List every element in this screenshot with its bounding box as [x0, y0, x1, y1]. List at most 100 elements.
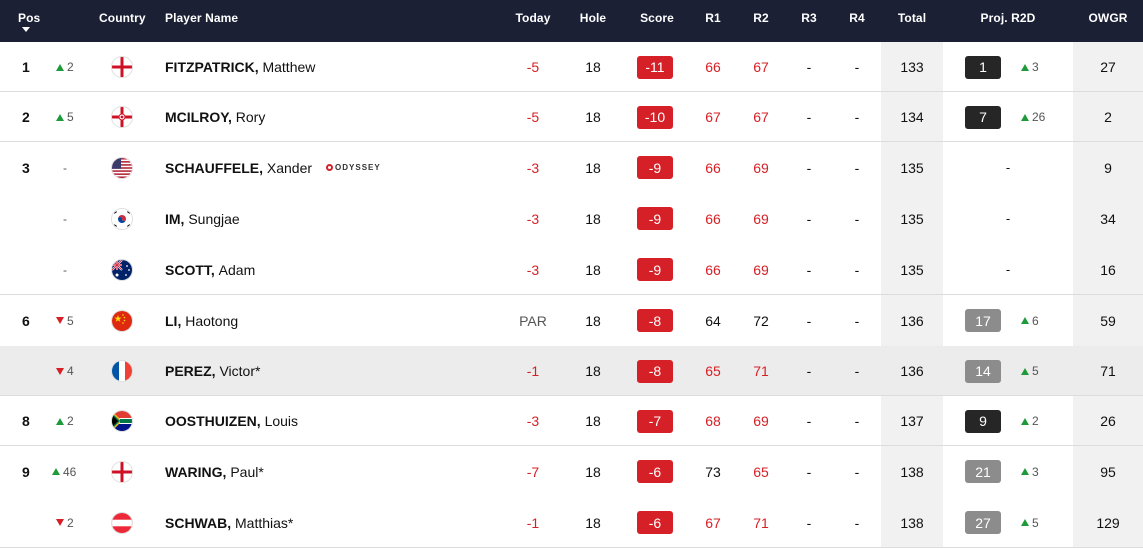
- round-1: 66: [705, 59, 721, 75]
- player-first-name: Rory: [235, 109, 266, 125]
- france-flag-icon: [112, 361, 132, 381]
- proj-r2d-badge: 1: [965, 55, 1001, 79]
- country-flag: [112, 142, 132, 193]
- position: 9: [22, 463, 30, 480]
- leaderboard: Pos Country Player Name Today Hole Score…: [0, 0, 1143, 548]
- owgr: 26: [1100, 413, 1116, 429]
- proj-r2d: -: [1005, 211, 1011, 226]
- round-4: -: [854, 159, 860, 176]
- round-1: 66: [705, 159, 721, 176]
- proj-movement-value: 6: [1032, 313, 1039, 328]
- today-score: -1: [526, 514, 540, 531]
- table-row[interactable]: 4 PEREZ, Victor* -1 18 -8 65 71 - - 136 …: [0, 346, 1143, 396]
- header-owgr[interactable]: OWGR: [1073, 0, 1143, 34]
- round-2: 65: [753, 463, 769, 480]
- hole: 18: [585, 463, 601, 480]
- player-last-name: PEREZ,: [165, 363, 216, 379]
- player-name[interactable]: MCILROY, Rory: [165, 92, 265, 142]
- country-flag: [112, 396, 132, 446]
- table-row[interactable]: 2 SCHWAB, Matthias* -1 18 -6 67 71 - - 1…: [0, 497, 1143, 548]
- total-strokes: 136: [900, 363, 924, 379]
- proj-r2d-badge: 27: [965, 511, 1001, 534]
- sort-down-icon[interactable]: [22, 27, 30, 32]
- proj-movement: 5: [1021, 497, 1039, 548]
- position-movement: 5: [56, 92, 74, 142]
- today-score: -3: [526, 210, 540, 227]
- player-name[interactable]: FITZPATRICK, Matthew: [165, 42, 315, 92]
- position-movement-value: 2: [67, 515, 74, 530]
- sponsor-name: ODYSSEY: [335, 163, 381, 172]
- header-proj-r2d[interactable]: Proj. R2D: [943, 0, 1073, 34]
- player-name[interactable]: IM, Sungjae: [165, 193, 240, 244]
- proj-r2d: 17: [963, 295, 1003, 346]
- table-row[interactable]: 8 2 OOSTHUIZEN, Louis -3 18 -7 68 69 - -…: [0, 396, 1143, 446]
- header-r1[interactable]: R1: [689, 0, 737, 34]
- proj-r2d: 27: [963, 497, 1003, 548]
- round-4: -: [854, 413, 860, 429]
- score-badge: -11: [637, 55, 673, 79]
- table-row[interactable]: - IM, Sungjae -3 18 -9 66 69 - - 135 - 3…: [0, 193, 1143, 244]
- player-name[interactable]: SCHWAB, Matthias*: [165, 497, 293, 548]
- header-score[interactable]: Score: [627, 0, 687, 34]
- position-movement-value: 5: [67, 110, 74, 124]
- round-4: -: [854, 312, 860, 329]
- score-badge: -6: [637, 511, 673, 534]
- australia-flag-icon: [112, 259, 132, 280]
- proj-r2d-badge: 21: [965, 460, 1001, 483]
- table-row[interactable]: - SCOTT, Adam -3 18 -9 66 69 - - 135 - 1…: [0, 244, 1143, 295]
- position: 6: [22, 312, 30, 329]
- position-down-icon: [56, 367, 64, 375]
- header-player-name[interactable]: Player Name: [165, 0, 238, 34]
- position: 8: [22, 413, 30, 429]
- player-name[interactable]: WARING, Paul*: [165, 446, 264, 497]
- today-score: -3: [526, 159, 540, 176]
- player-name[interactable]: SCOTT, Adam: [165, 244, 255, 295]
- header-r2[interactable]: R2: [737, 0, 785, 34]
- header-r3[interactable]: R3: [785, 0, 833, 34]
- table-row[interactable]: 6 5 LI, Haotong PAR 18 -8 64 72 - - 136 …: [0, 295, 1143, 346]
- table-row[interactable]: 3 - SCHAUFFELE, Xander ODYSSEY -3 18 -9 6…: [0, 142, 1143, 193]
- player-name[interactable]: PEREZ, Victor*: [165, 346, 260, 396]
- position-movement: 46: [52, 446, 76, 497]
- hole: 18: [585, 413, 601, 429]
- player-first-name: Xander: [266, 159, 313, 176]
- round-3: -: [806, 159, 812, 176]
- proj-movement-value: 5: [1032, 364, 1039, 378]
- round-3: -: [806, 261, 812, 278]
- header-hole[interactable]: Hole: [563, 0, 623, 34]
- player-last-name: SCHAUFFELE,: [165, 159, 263, 176]
- today-score: -3: [526, 261, 540, 278]
- proj-r2d: 1: [963, 42, 1003, 92]
- position-movement-value: 2: [67, 60, 74, 74]
- austria-flag-icon: [112, 512, 132, 533]
- header-country[interactable]: Country: [99, 0, 146, 34]
- round-2: 69: [753, 413, 769, 429]
- country-flag: [112, 497, 132, 548]
- player-last-name: WARING,: [165, 463, 227, 480]
- round-1: 65: [705, 363, 721, 379]
- header-total[interactable]: Total: [881, 0, 943, 34]
- hole: 18: [585, 210, 601, 227]
- proj-r2d: -: [1005, 160, 1011, 175]
- usa-flag-icon: [112, 157, 132, 178]
- table-row[interactable]: 1 2 FITZPATRICK, Matthew -5 18 -11 66 67…: [0, 42, 1143, 92]
- score-badge: -8: [637, 359, 673, 383]
- player-name[interactable]: OOSTHUIZEN, Louis: [165, 396, 298, 446]
- header-today[interactable]: Today: [503, 0, 563, 34]
- player-name[interactable]: LI, Haotong: [165, 295, 238, 346]
- hole: 18: [585, 159, 601, 176]
- proj-r2d: 21: [963, 446, 1003, 497]
- player-name[interactable]: SCHAUFFELE, Xander ODYSSEY: [165, 142, 381, 193]
- round-2: 71: [753, 514, 769, 531]
- position-movement: -: [63, 142, 67, 193]
- round-2: 67: [753, 109, 769, 125]
- hole: 18: [585, 261, 601, 278]
- header-r4[interactable]: R4: [833, 0, 881, 34]
- proj-r2d-badge: 9: [965, 409, 1001, 433]
- round-2: 69: [753, 261, 769, 278]
- score-badge: -8: [637, 309, 673, 332]
- score-badge: -7: [637, 409, 673, 433]
- round-3: -: [806, 109, 812, 125]
- table-row[interactable]: 9 46 WARING, Paul* -7 18 -6 73 65 - - 13…: [0, 446, 1143, 497]
- table-row[interactable]: 2 5 MCILROY, Rory -5 18 -10 67 67 - - 13…: [0, 92, 1143, 142]
